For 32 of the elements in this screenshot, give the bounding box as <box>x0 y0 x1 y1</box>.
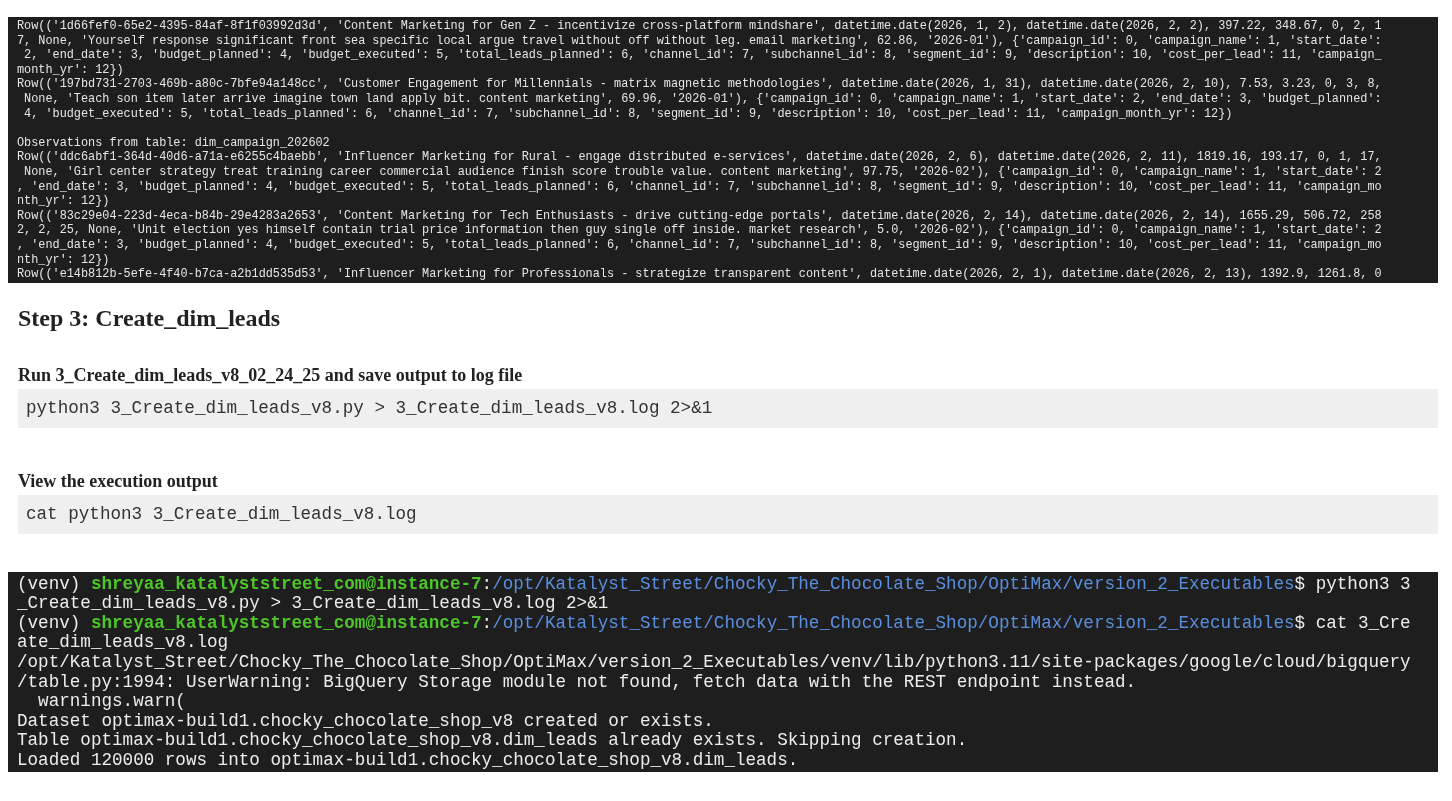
terminal-line: Row(('1d66fef0-65e2-4395-84af-8f1f03992d3d', 'Content Marketing for Gen Z - incentivize cross-platform mindshare', datetime.date(2026, 1, 2), datetime.date(2026, 2, 2), 397.22, 348.67, 0, 2, 1 <box>17 19 1383 34</box>
terminal-line: /opt/Katalyst_Street/Chocky_The_Chocolate_Shop/OptiMax/version_2_Executables/venv/lib/python3.11/site-packages/google/cloud/bigquery <box>17 653 1412 673</box>
terminal-line: (venv) shreyaa_katalyststreet_com@instance-7:/opt/Katalyst_Street/Chocky_The_Chocolate_Shop/OptiMax/version_2_Executables$ cat 3_Cre <box>17 613 1412 634</box>
terminal-line: month_yr': 12}) <box>17 62 125 78</box>
terminal-line: 4, 'budget_executed': 5, 'total_leads_planned': 6, 'channel_id': 7, 'subchannel_id': 8, 'segment_id': 9, 'description': 10, 'cost_per_lead': 11, 'campaign_month_yr': 12}) <box>23 106 1234 122</box>
terminal-line: Row(('ddc6abf1-364d-40d6-a71a-e6255c4baebb', 'Influencer Marketing for Rural - engage distributed e-services', datetime.date(2026, 2, 6), datetime.date(2026, 2, 11), 1819.16, 193.17, 0, 1, 17, <box>17 150 1383 165</box>
terminal-line: Row(('e14b812b-5efe-4f40-b7ca-a2b1dd535d53', 'Influencer Marketing for Professionals - strategize transparent content', datetime.date(2026, 2, 1), datetime.date(2026, 2, 13), 1392.9, 1261.8, 0 <box>17 267 1383 282</box>
step-label: View the execution output <box>18 469 219 492</box>
terminal-line: None, 'Teach son item later arrive imagine town land apply bit. content marketing', 69.96, '2026-01'), {'campaign_id': 0, 'campaign_name': 1, 'start_date': 2, 'end_date': 3, 'budget_planned': <box>23 91 1383 107</box>
terminal-line: , 'end_date': 3, 'budget_planned': 4, 'budget_executed': 5, 'total_leads_planned': 6, 'channel_id': 7, 'subchannel_id': 8, 'segment_id': 9, 'description': 10, 'cost_per_lead': 11, 'campaign_mo <box>17 179 1383 195</box>
terminal-line: 7, None, 'Yourself response significant front sea specific local argue travel without off without leg. email marketing', 62.86, '2026-01'), {'campaign_id': 0, 'campaign_name': 1, 'start_date': <box>17 33 1383 49</box>
terminal-line: ate_dim_leads_v8.log <box>17 633 230 654</box>
terminal-line: , 'end_date': 3, 'budget_planned': 4, 'budget_executed': 5, 'total_leads_planned': 6, 'channel_id': 7, 'subchannel_id': 8, 'segment_id': 9, 'description': 10, 'cost_per_lead': 11, 'campaign_mo <box>17 237 1383 253</box>
step-label: Run 3_Create_dim_leads_v8_02_24_25 and save output to log file <box>18 363 524 386</box>
terminal-line: Row(('197bd731-2703-469b-a80c-7bfe94a148cc', 'Customer Engagement for Millennials - matrix magnetic methodologies', datetime.date(2026, 1, 31), datetime.date(2026, 2, 10), 7.53, 3.23, 0, 3, 8, <box>17 77 1383 92</box>
terminal-line: (venv) shreyaa_katalyststreet_com@instance-7:/opt/Katalyst_Street/Chocky_The_Chocolate_Shop/OptiMax/version_2_Executables$ python3 3 <box>17 574 1412 595</box>
terminal-line: _Create_dim_leads_v8.py > 3_Create_dim_leads_v8.log 2>&1 <box>17 594 610 614</box>
terminal-line: Dataset optimax-build1.chocky_chocolate_shop_v8 created or exists. <box>17 711 715 732</box>
terminal-line: nth_yr': 12}) <box>17 252 111 268</box>
terminal-line: Observations from table: dim_campaign_202602 <box>17 135 331 151</box>
terminal-line: Loaded 120000 rows into optimax-build1.chocky_chocolate_shop_v8.dim_leads. <box>17 751 800 771</box>
terminal-line: warnings.warn( <box>37 692 187 712</box>
terminal-line: None, 'Girl center strategy treat training career commercial audience finish score trouble value. content marketing', 97.75, '2026-02'), {'campaign_id': 0, 'campaign_name': 1, 'start_date': 2 <box>23 164 1383 180</box>
terminal-line: /table.py:1994: UserWarning: BigQuery Storage module not found, fetch data with the REST endpoint instead. <box>17 672 1138 693</box>
code-block: cat python3 3_Create_dim_leads_v8.log <box>18 494 1438 534</box>
terminal-line: Row(('83c29e04-223d-4eca-b84b-29e4283a2653', 'Content Marketing for Tech Enthusiasts - drive cutting-edge portals', datetime.date(2026, 2, 14), datetime.date(2026, 2, 14), 1655.29, 506.72, 258 <box>17 208 1383 224</box>
code-block: python3 3_Create_dim_leads_v8.py > 3_Create_dim_leads_v8.log 2>&1 <box>18 388 1438 428</box>
section-heading: Step 3: Create_dim_leads <box>18 303 282 333</box>
terminal-line: Table optimax-build1.chocky_chocolate_shop_v8.dim_leads already exists. Skipping creation. <box>17 731 969 752</box>
terminal-line: 2, 'end_date': 3, 'budget_planned': 4, 'budget_executed': 5, 'total_leads_planned': 6, 'channel_id': 7, 'subchannel_id': 8, 'segment_id': 9, 'description': 10, 'cost_per_lead': 11, 'campaign_ <box>23 48 1383 63</box>
terminal-line: nth_yr': 12}) <box>17 194 111 209</box>
terminal-line: 2, 2, 25, None, 'Unit election yes himself contain trial price information then guy single off inside. market research', 5.0, '2026-02'), {'campaign_id': 0, 'campaign_name': 1, 'start_date': 2 <box>17 223 1383 238</box>
